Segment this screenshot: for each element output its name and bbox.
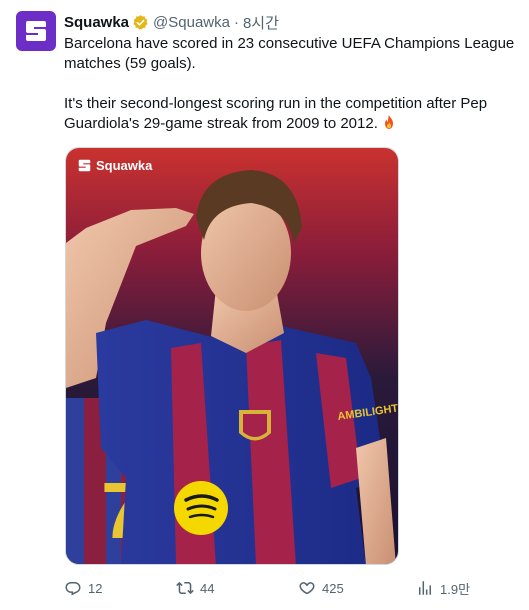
media-watermark-text: Squawka <box>96 158 153 173</box>
squawka-watermark-icon <box>78 159 91 172</box>
verified-badge-icon <box>132 14 149 31</box>
post-text-paragraph-2-text: It's their second-longest scoring run in… <box>64 95 488 132</box>
repost-button[interactable]: 44 <box>176 577 214 599</box>
repost-icon <box>176 581 194 595</box>
analytics-icon <box>419 581 431 595</box>
avatar[interactable] <box>16 11 56 51</box>
fire-icon <box>381 114 397 130</box>
post-text: Barcelona have scored in 23 consecutive … <box>64 34 524 134</box>
post-timestamp[interactable]: 8시간 <box>243 12 279 33</box>
author-name[interactable]: Squawka <box>64 14 129 31</box>
like-count: 425 <box>322 580 344 596</box>
reply-count: 12 <box>88 580 103 596</box>
post-text-paragraph-2: It's their second-longest scoring run in… <box>64 94 524 134</box>
reply-icon <box>65 582 81 596</box>
post-action-bar: 12 44 425 1.9만 <box>64 577 474 599</box>
post-header: Squawka @Squawka · 8시간 <box>64 12 279 32</box>
heart-icon <box>299 582 315 595</box>
player-photo: 7 AMBILIGHT TV <box>66 148 398 564</box>
post-media-image[interactable]: 7 AMBILIGHT TV Squawka <box>65 147 399 565</box>
media-watermark: Squawka <box>77 158 152 173</box>
repost-count: 44 <box>200 580 215 596</box>
views-button[interactable]: 1.9만 <box>416 577 470 599</box>
like-button[interactable]: 425 <box>298 577 344 599</box>
separator-dot: · <box>233 13 239 31</box>
view-count: 1.9만 <box>440 581 471 597</box>
post-text-paragraph-1: Barcelona have scored in 23 consecutive … <box>64 35 515 72</box>
reply-button[interactable]: 12 <box>64 577 102 599</box>
author-handle[interactable]: @Squawka <box>153 14 230 31</box>
squawka-logo-icon <box>26 21 46 41</box>
